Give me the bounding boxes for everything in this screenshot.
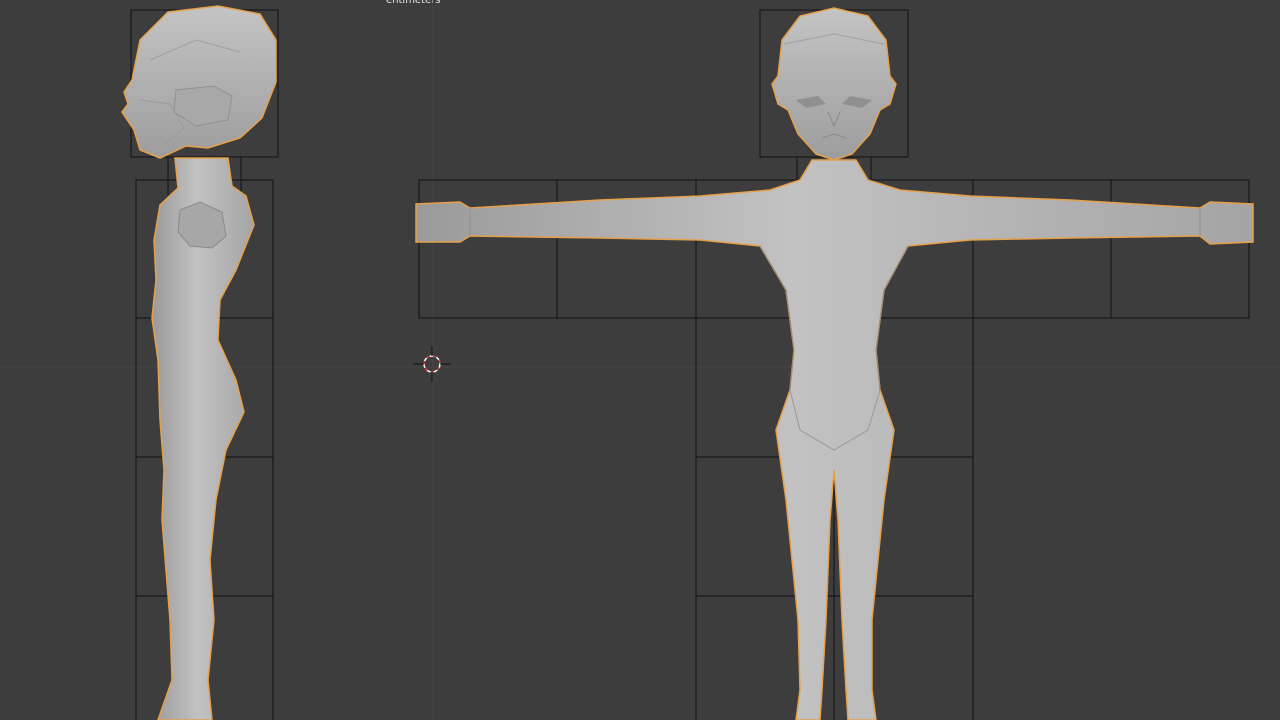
side-head-mesh <box>121 5 277 159</box>
3d-viewport[interactable]: entimeters <box>0 0 1280 720</box>
viewport-canvas <box>0 0 1280 720</box>
3d-cursor-icon[interactable] <box>414 346 450 382</box>
front-head-mesh <box>771 7 897 161</box>
side-view-character-mesh[interactable] <box>121 5 277 720</box>
